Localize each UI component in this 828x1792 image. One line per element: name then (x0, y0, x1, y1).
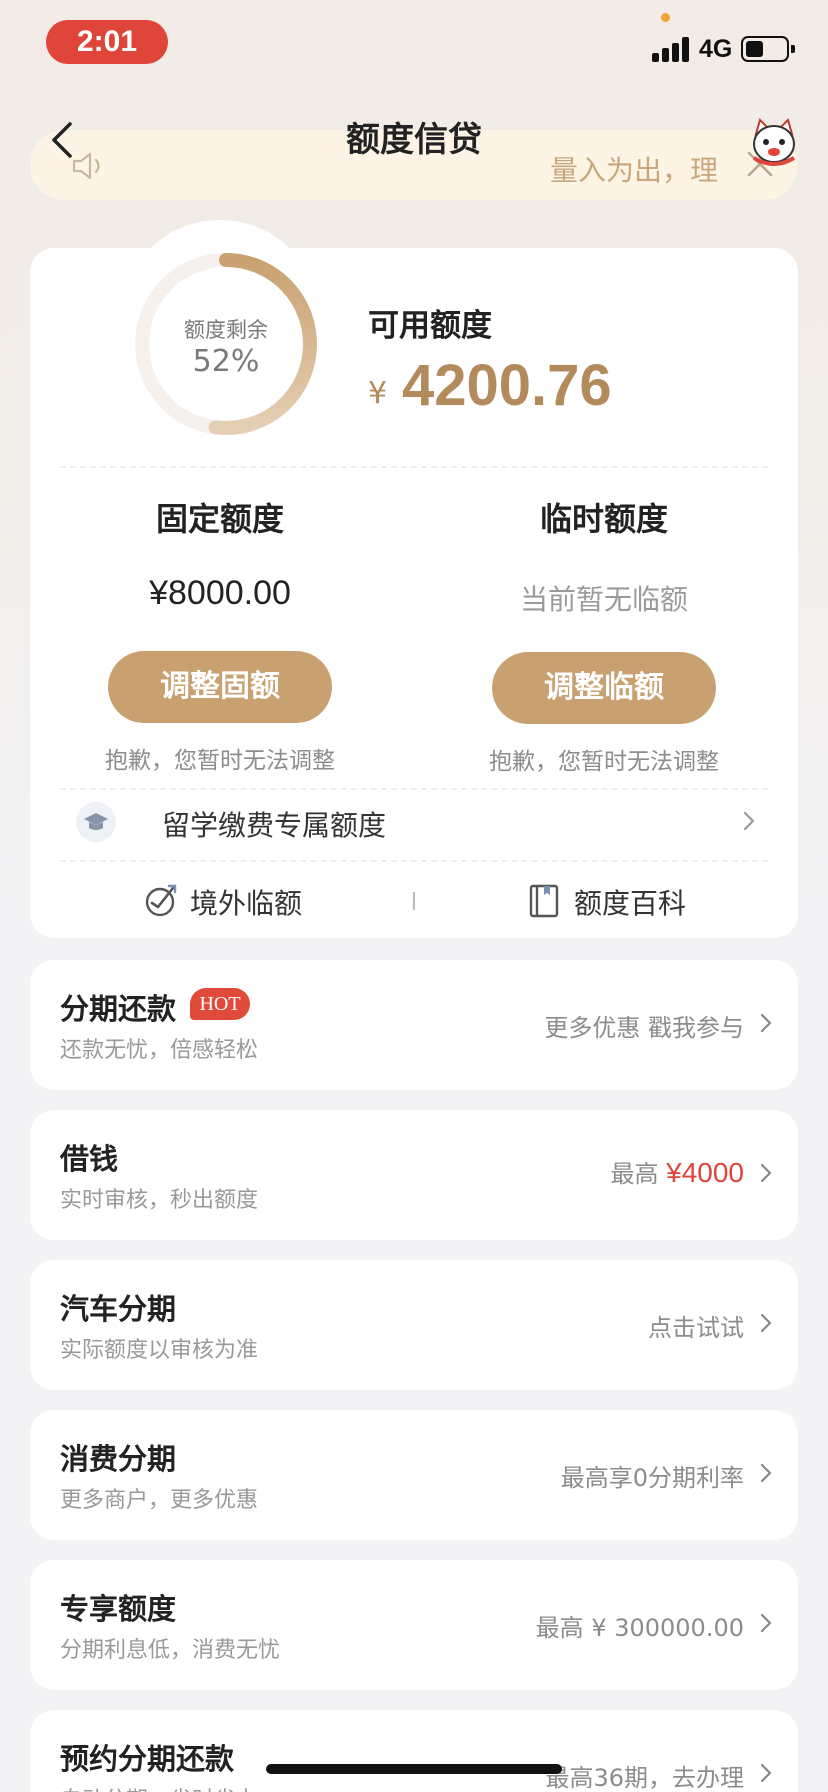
product-subtitle: 更多商户，更多优惠 (60, 1488, 259, 1513)
chevron-right-icon (743, 811, 755, 831)
product-promo: 更多优惠 戳我参与 (544, 1014, 744, 1042)
product-subtitle: 还款无忧，倍感轻松 (60, 1038, 259, 1063)
product-promo: 最高 ¥4000 (610, 1154, 744, 1189)
product-title: 分期还款 (60, 992, 177, 1026)
overseas-temp-credit-link[interactable]: 境外临额 (142, 876, 342, 924)
product-subtitle: 实际额度以审核为准 (60, 1338, 259, 1363)
bottom-links: 境外临额 额度百科 (30, 876, 798, 924)
status-bar: 2:01 4G (0, 0, 828, 90)
fixed-credit-note: 抱歉，您暂时无法调整 (105, 748, 335, 774)
chevron-right-icon (760, 1313, 772, 1333)
home-indicator[interactable] (266, 1764, 562, 1774)
fixed-credit-amount: ¥8000.00 (149, 574, 291, 612)
available-credit-label: 可用额度 (368, 308, 492, 344)
status-time: 2:01 (46, 20, 168, 64)
privacy-indicator-dot (661, 13, 670, 22)
cellular-signal-icon (652, 36, 690, 62)
chevron-right-icon (760, 1463, 772, 1483)
battery-icon (741, 36, 795, 62)
scheduled-installment-card[interactable]: 预约分期还款 自动分期，省时省力 最高36期，去办理 (30, 1710, 798, 1792)
product-promo: 点击试试 (648, 1314, 744, 1342)
product-subtitle: 自动分期，省时省力 (60, 1782, 258, 1792)
fixed-credit-column: 固定额度 ¥8000.00 调整固额 抱歉，您暂时无法调整 (60, 494, 380, 775)
product-promo: 最高 ¥ 300000.00 (535, 1614, 744, 1642)
product-title: 专享额度 (60, 1592, 177, 1626)
temp-credit-column: 临时额度 当前暂无临额 调整临额 抱歉，您暂时无法调整 (444, 494, 764, 776)
chevron-right-icon (760, 1013, 772, 1033)
adjust-temp-credit-button[interactable]: 调整临额 (492, 652, 716, 724)
ring-percent: 52% (192, 344, 260, 379)
product-title: 消费分期 (60, 1442, 177, 1476)
product-title: 借钱 (60, 1142, 119, 1176)
credit-wiki-link[interactable]: 额度百科 (526, 876, 726, 924)
installment-repayment-card[interactable]: 分期还款 HOT 还款无忧，倍感轻松 更多优惠 戳我参与 (30, 960, 798, 1090)
chevron-right-icon (760, 1763, 772, 1783)
ring-label: 额度剩余 (184, 318, 268, 342)
product-promo: 最高36期，去办理 (545, 1764, 744, 1792)
mascot-icon[interactable] (748, 116, 800, 168)
product-subtitle: 分期利息低，消费无忧 (60, 1638, 281, 1663)
network-type: 4G (699, 35, 733, 63)
credit-card-panel: 额度剩余 52% 可用额度 ¥ 4200.76 固定额度 ¥8000.00 调整… (30, 248, 798, 938)
overseas-plane-icon (145, 884, 177, 917)
exclusive-credit-card[interactable]: 专享额度 分期利息低，消费无忧 最高 ¥ 300000.00 (30, 1560, 798, 1690)
temp-credit-title: 临时额度 (539, 500, 668, 538)
hot-badge: HOT (190, 988, 250, 1020)
currency-symbol: ¥ (368, 376, 388, 411)
available-credit-amount: 4200.76 (402, 353, 612, 418)
study-abroad-credit-label: 留学缴费专属额度 (162, 809, 387, 842)
divider (60, 788, 768, 790)
graduation-cap-icon (76, 802, 116, 842)
max-amount: ¥4000 (666, 1157, 744, 1188)
product-promo: 最高享0分期利率 (560, 1464, 744, 1492)
divider (60, 860, 768, 862)
link-separator (413, 892, 415, 910)
product-subtitle: 实时审核，秒出额度 (60, 1188, 259, 1213)
chevron-right-icon (760, 1163, 772, 1183)
temp-credit-amount: 当前暂无临额 (519, 583, 688, 616)
overseas-temp-credit-label: 境外临额 (190, 887, 303, 920)
product-title: 汽车分期 (60, 1292, 177, 1326)
study-abroad-credit-row[interactable]: 留学缴费专属额度 (76, 796, 776, 852)
product-title: 预约分期还款 (60, 1742, 235, 1776)
temp-credit-note: 抱歉，您暂时无法调整 (489, 749, 719, 775)
divider (60, 466, 768, 468)
consumer-installment-card[interactable]: 消费分期 更多商户，更多优惠 最高享0分期利率 (30, 1410, 798, 1540)
book-icon (529, 884, 559, 918)
chevron-right-icon (760, 1613, 772, 1633)
max-label: 最高 (610, 1160, 659, 1188)
credit-wiki-label: 额度百科 (574, 887, 687, 920)
fixed-credit-title: 固定额度 (155, 500, 284, 538)
car-installment-card[interactable]: 汽车分期 实际额度以审核为准 点击试试 (30, 1260, 798, 1390)
borrow-money-card[interactable]: 借钱 实时审核，秒出额度 最高 ¥4000 (30, 1110, 798, 1240)
adjust-fixed-credit-button[interactable]: 调整固额 (108, 651, 332, 723)
page-title: 额度信贷 (346, 120, 482, 160)
